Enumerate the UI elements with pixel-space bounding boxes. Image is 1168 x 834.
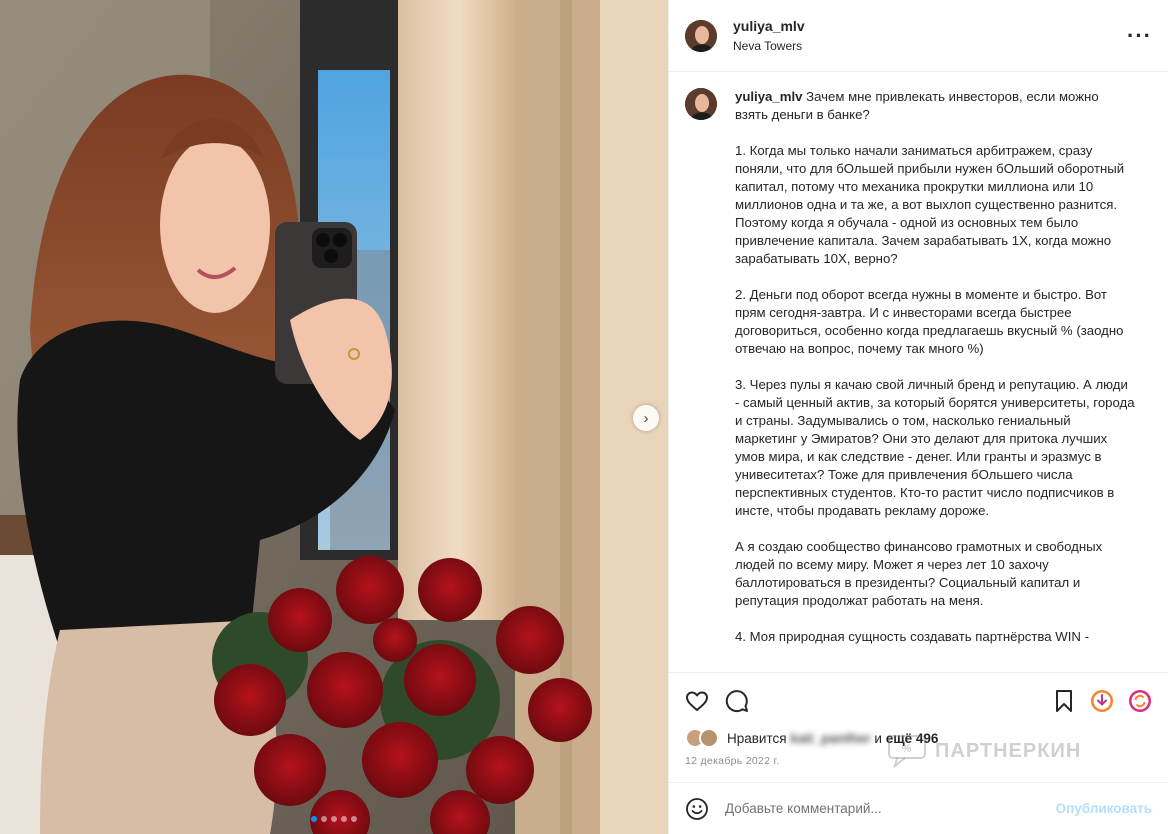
smiley-icon[interactable] <box>685 797 709 821</box>
heart-icon[interactable] <box>685 689 709 713</box>
caption-paragraph: 4. Моя природная сущность создавать парт… <box>735 629 1089 644</box>
post-sidebar: yuliya_mlv Neva Towers ··· yuliya_mlv За… <box>668 0 1168 834</box>
watermark-logo-icon: % <box>888 735 926 768</box>
carousel-indicator <box>0 816 668 822</box>
comments-scroll-area[interactable]: yuliya_mlv Зачем мне привлекать инвестор… <box>669 72 1168 672</box>
carousel-dot <box>311 816 317 822</box>
caption-paragraph: 1. Когда мы только начали заниматься арб… <box>735 143 1125 266</box>
caption-paragraph: yuliya_mlv Зачем мне привлекать инвестор… <box>735 89 1099 122</box>
likes-suffix: и <box>874 730 882 746</box>
watermark-text: ПАРТНЕРКИН <box>935 739 1082 762</box>
carousel-dot <box>341 816 347 822</box>
bookmark-icon[interactable] <box>1052 689 1076 713</box>
more-options-button[interactable]: ··· <box>1127 24 1152 46</box>
caption-avatar[interactable] <box>685 88 717 120</box>
watermark: % ПАРТНЕРКИН <box>887 734 1081 768</box>
post-location[interactable]: Neva Towers <box>733 39 1127 53</box>
comment-input[interactable] <box>725 801 1056 816</box>
repost-icon[interactable] <box>1128 689 1152 713</box>
comment-icon[interactable] <box>725 689 749 713</box>
likes-prefix: Нравится <box>727 730 787 746</box>
post-actions <box>669 672 1168 728</box>
chevron-right-icon: › <box>643 409 649 427</box>
publish-button[interactable]: Опубликовать <box>1056 801 1152 816</box>
liker-avatar[interactable] <box>699 728 719 748</box>
more-horizontal-icon: ··· <box>1127 22 1152 48</box>
post-photo[interactable]: › <box>0 0 668 834</box>
svg-text:%: % <box>902 743 913 755</box>
photo-illustration <box>0 0 668 834</box>
download-icon[interactable] <box>1090 689 1114 713</box>
post-header: yuliya_mlv Neva Towers ··· <box>669 0 1168 72</box>
liker-username[interactable]: kati_panther <box>790 731 870 746</box>
carousel-dot <box>351 816 357 822</box>
avatar[interactable] <box>685 19 717 52</box>
caption-username[interactable]: yuliya_mlv <box>735 89 802 104</box>
post-date[interactable]: 12 декабрь 2022 г. <box>685 755 780 767</box>
add-comment-bar: Опубликовать <box>669 782 1168 834</box>
carousel-next-button[interactable]: › <box>633 405 659 431</box>
caption-paragraph: А я создаю сообщество финансово грамотны… <box>735 539 1103 608</box>
caption-paragraph: 3. Через пулы я качаю свой личный бренд … <box>735 377 1135 518</box>
post-username[interactable]: yuliya_mlv <box>733 18 1127 34</box>
carousel-dot <box>331 816 337 822</box>
caption-paragraph: 2. Деньги под оборот всегда нужны в моме… <box>735 287 1124 356</box>
post-caption: yuliya_mlv Зачем мне привлекать инвестор… <box>685 88 1152 664</box>
carousel-dot <box>321 816 327 822</box>
